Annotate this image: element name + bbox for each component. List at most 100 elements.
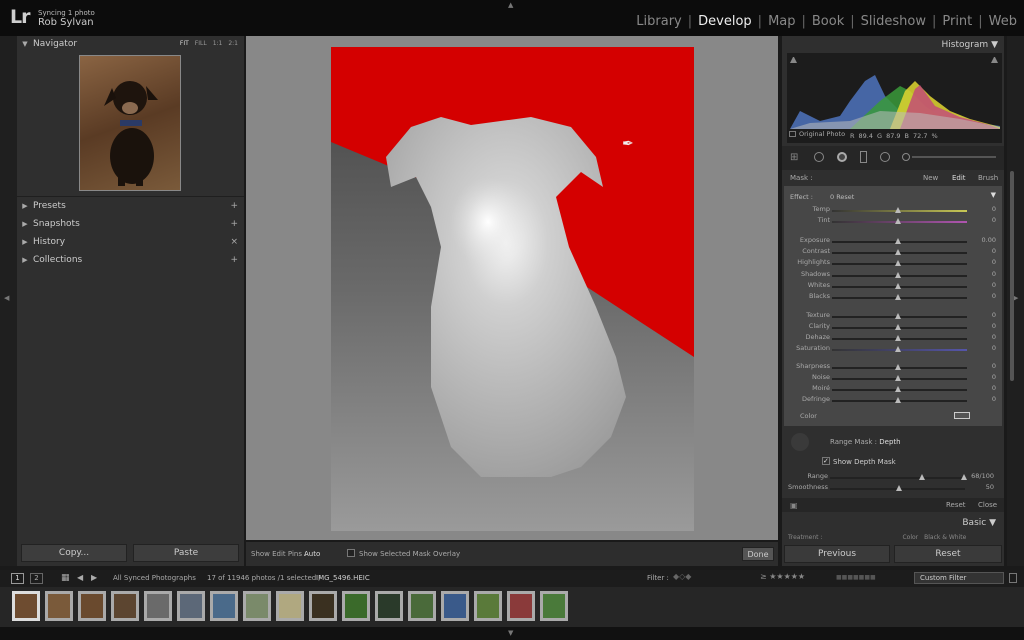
film-thumb[interactable] bbox=[276, 591, 304, 621]
slider-knob[interactable] bbox=[895, 207, 901, 213]
film-thumb[interactable] bbox=[507, 591, 535, 621]
slider-knob[interactable] bbox=[895, 260, 901, 266]
color-swatch[interactable] bbox=[954, 412, 970, 419]
film-thumb[interactable] bbox=[540, 591, 568, 621]
window-2-button[interactable]: 2 bbox=[30, 573, 43, 584]
copy-button[interactable]: Copy... bbox=[21, 544, 127, 562]
module-slideshow[interactable]: Slideshow bbox=[860, 14, 927, 29]
slider-blacks[interactable]: Blacks 0 bbox=[784, 292, 1006, 303]
add-collection-icon[interactable]: + bbox=[230, 255, 238, 265]
panel-collections[interactable]: ▶ Collections + bbox=[17, 252, 244, 268]
navigator-preview[interactable] bbox=[79, 55, 181, 191]
slider-knob[interactable] bbox=[895, 238, 901, 244]
slider-value[interactable]: 0 bbox=[992, 322, 996, 330]
film-thumb[interactable] bbox=[441, 591, 469, 621]
module-book[interactable]: Book bbox=[811, 14, 845, 29]
red-eye-icon[interactable] bbox=[837, 152, 847, 162]
slider-value[interactable]: 0.00 bbox=[982, 236, 996, 244]
slider-value[interactable]: 0 bbox=[992, 205, 996, 213]
range-mask-select[interactable]: Depth bbox=[879, 438, 900, 446]
reset-button[interactable]: Reset bbox=[894, 545, 1002, 563]
source-label[interactable]: All Synced Photographs bbox=[113, 574, 196, 582]
module-print[interactable]: Print bbox=[941, 14, 973, 29]
mask-close-button[interactable]: Close bbox=[978, 501, 997, 509]
film-thumb[interactable] bbox=[45, 591, 73, 621]
mask-reset-button[interactable]: Reset bbox=[946, 501, 966, 509]
slider-knob[interactable] bbox=[895, 375, 901, 381]
forward-arrow-icon[interactable]: ▶ bbox=[91, 573, 97, 582]
zoom-fill[interactable]: FILL bbox=[195, 40, 207, 47]
current-filename[interactable]: IMG_5496.HEIC bbox=[316, 574, 370, 582]
slider-knob[interactable] bbox=[895, 283, 901, 289]
slider-value[interactable]: 0 bbox=[992, 333, 996, 341]
slider-saturation[interactable]: Saturation 0 bbox=[784, 344, 1006, 355]
slider-highlights[interactable]: Highlights 0 bbox=[784, 258, 1006, 269]
back-arrow-icon[interactable]: ◀ bbox=[77, 573, 83, 582]
slider-knob[interactable] bbox=[895, 364, 901, 370]
panel-history[interactable]: ▶ History × bbox=[17, 234, 244, 250]
film-thumb[interactable] bbox=[375, 591, 403, 621]
slider-noise[interactable]: Noise 0 bbox=[784, 373, 1006, 384]
slider-value[interactable]: 0 bbox=[992, 281, 996, 289]
adjustment-brush-icon[interactable] bbox=[902, 153, 910, 161]
slider-value[interactable]: 0 bbox=[992, 258, 996, 266]
slider-value[interactable]: 0 bbox=[992, 395, 996, 403]
add-preset-icon[interactable]: + bbox=[230, 201, 238, 211]
slider-clarity[interactable]: Clarity 0 bbox=[784, 322, 1006, 333]
slider-knob[interactable] bbox=[895, 324, 901, 330]
slider-shadows[interactable]: Shadows 0 bbox=[784, 270, 1006, 281]
zoom-fit[interactable]: FIT bbox=[180, 40, 189, 47]
paste-button[interactable]: Paste bbox=[133, 544, 239, 562]
slider-value[interactable]: 0 bbox=[992, 247, 996, 255]
mask-brush[interactable]: Brush bbox=[978, 174, 998, 182]
slider-sharpness[interactable]: Sharpness 0 bbox=[784, 362, 1006, 373]
crop-tool-icon[interactable]: ⊞ bbox=[790, 152, 798, 163]
slider-value[interactable]: 0 bbox=[992, 270, 996, 278]
slider-texture[interactable]: Texture 0 bbox=[784, 311, 1006, 322]
slider-value[interactable]: 0 bbox=[992, 311, 996, 319]
flag-filter-icon[interactable]: ◆◇◆ bbox=[673, 572, 691, 581]
film-thumb[interactable] bbox=[309, 591, 337, 621]
edit-pins-select[interactable]: Auto bbox=[304, 550, 320, 558]
color-label-filter-icon[interactable]: ■■■■■■■ bbox=[836, 574, 876, 581]
slider-value[interactable]: 0 bbox=[992, 362, 996, 370]
radial-filter-icon[interactable] bbox=[880, 152, 890, 162]
range-slider[interactable]: Range 68/100 bbox=[782, 472, 1004, 483]
left-panel-toggle-icon[interactable]: ◀ bbox=[4, 294, 9, 302]
grid-view-icon[interactable]: ▦ bbox=[61, 573, 70, 583]
filmstrip-toggle-icon[interactable]: ▼ bbox=[508, 629, 513, 637]
shadow-clipping-icon[interactable] bbox=[790, 56, 797, 63]
smoothness-slider[interactable]: Smoothness 50 bbox=[782, 483, 1004, 494]
module-develop[interactable]: Develop bbox=[697, 14, 753, 29]
film-thumb[interactable] bbox=[144, 591, 172, 621]
film-thumb[interactable] bbox=[210, 591, 238, 621]
slider-defringe[interactable]: Defringe 0 bbox=[784, 395, 1006, 406]
depth-mask-image[interactable] bbox=[331, 47, 694, 531]
slider-knob[interactable] bbox=[895, 386, 901, 392]
range-mask-eyedropper-icon[interactable] bbox=[791, 433, 809, 451]
film-thumb[interactable] bbox=[78, 591, 106, 621]
highlight-clipping-icon[interactable] bbox=[991, 56, 998, 63]
slider-value[interactable]: 0 bbox=[992, 373, 996, 381]
slider-knob[interactable] bbox=[895, 335, 901, 341]
slider-knob[interactable] bbox=[895, 294, 901, 300]
slider-value[interactable]: 0 bbox=[992, 216, 996, 224]
film-thumb[interactable] bbox=[12, 591, 40, 621]
slider-value[interactable]: 0 bbox=[992, 344, 996, 352]
navigator-header[interactable]: ▼ Navigator FIT FILL 1:1 2:1 bbox=[17, 36, 244, 52]
histogram-graph[interactable] bbox=[790, 71, 1000, 129]
film-thumb[interactable] bbox=[177, 591, 205, 621]
sync-status[interactable]: Syncing 1 photo bbox=[38, 9, 95, 17]
module-library[interactable]: Library bbox=[635, 14, 682, 29]
window-1-button[interactable]: 1 bbox=[11, 573, 24, 584]
spot-removal-icon[interactable] bbox=[814, 152, 824, 162]
slider-knob[interactable] bbox=[895, 272, 901, 278]
film-thumb[interactable] bbox=[111, 591, 139, 621]
add-snapshot-icon[interactable]: + bbox=[230, 219, 238, 229]
mask-overlay-checkbox[interactable] bbox=[347, 549, 355, 557]
slider-temp[interactable]: Temp 0 bbox=[784, 205, 1006, 216]
slider-knob[interactable] bbox=[895, 313, 901, 319]
mask-new[interactable]: New bbox=[923, 174, 938, 182]
previous-button[interactable]: Previous bbox=[784, 545, 890, 563]
module-map[interactable]: Map bbox=[767, 14, 796, 29]
